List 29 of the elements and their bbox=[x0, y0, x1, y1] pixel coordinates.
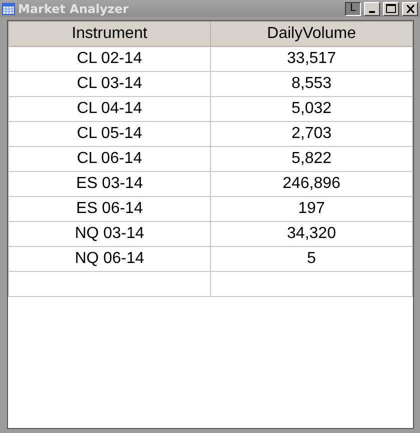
table-cell: ES 03-14 bbox=[8, 172, 210, 196]
table-cell: 246,896 bbox=[210, 172, 412, 196]
window-title: Market Analyzer bbox=[18, 2, 130, 14]
close-icon bbox=[406, 4, 414, 12]
table-cell: 33,517 bbox=[210, 46, 412, 72]
table-cell: NQ 03-14 bbox=[8, 222, 210, 246]
table-cell: NQ 06-14 bbox=[8, 246, 210, 272]
maximize-icon bbox=[386, 4, 396, 13]
minimize-button[interactable] bbox=[364, 2, 380, 16]
link-button[interactable]: L bbox=[345, 2, 361, 16]
maximize-button[interactable] bbox=[383, 2, 399, 16]
column-header[interactable]: DailyVolume bbox=[210, 22, 412, 46]
column-header[interactable]: Instrument bbox=[8, 22, 210, 46]
table-cell: 197 bbox=[210, 196, 412, 222]
table-cell: CL 06-14 bbox=[8, 146, 210, 172]
table-cell: 8,553 bbox=[210, 72, 412, 96]
table-cell: 5 bbox=[210, 246, 412, 272]
table-cell: CL 03-14 bbox=[8, 72, 210, 96]
table-cell: ES 06-14 bbox=[8, 196, 210, 222]
table-cell: 5,032 bbox=[210, 96, 412, 122]
table-cell: 2,703 bbox=[210, 122, 412, 146]
minimize-icon bbox=[369, 11, 375, 13]
window-icon bbox=[2, 2, 15, 14]
close-button[interactable] bbox=[402, 2, 418, 16]
table-cell: 5,822 bbox=[210, 146, 412, 172]
table-cell: 34,320 bbox=[210, 222, 412, 246]
table-cell: CL 04-14 bbox=[8, 96, 210, 122]
table-cell: CL 02-14 bbox=[8, 46, 210, 72]
table-cell: CL 05-14 bbox=[8, 122, 210, 146]
